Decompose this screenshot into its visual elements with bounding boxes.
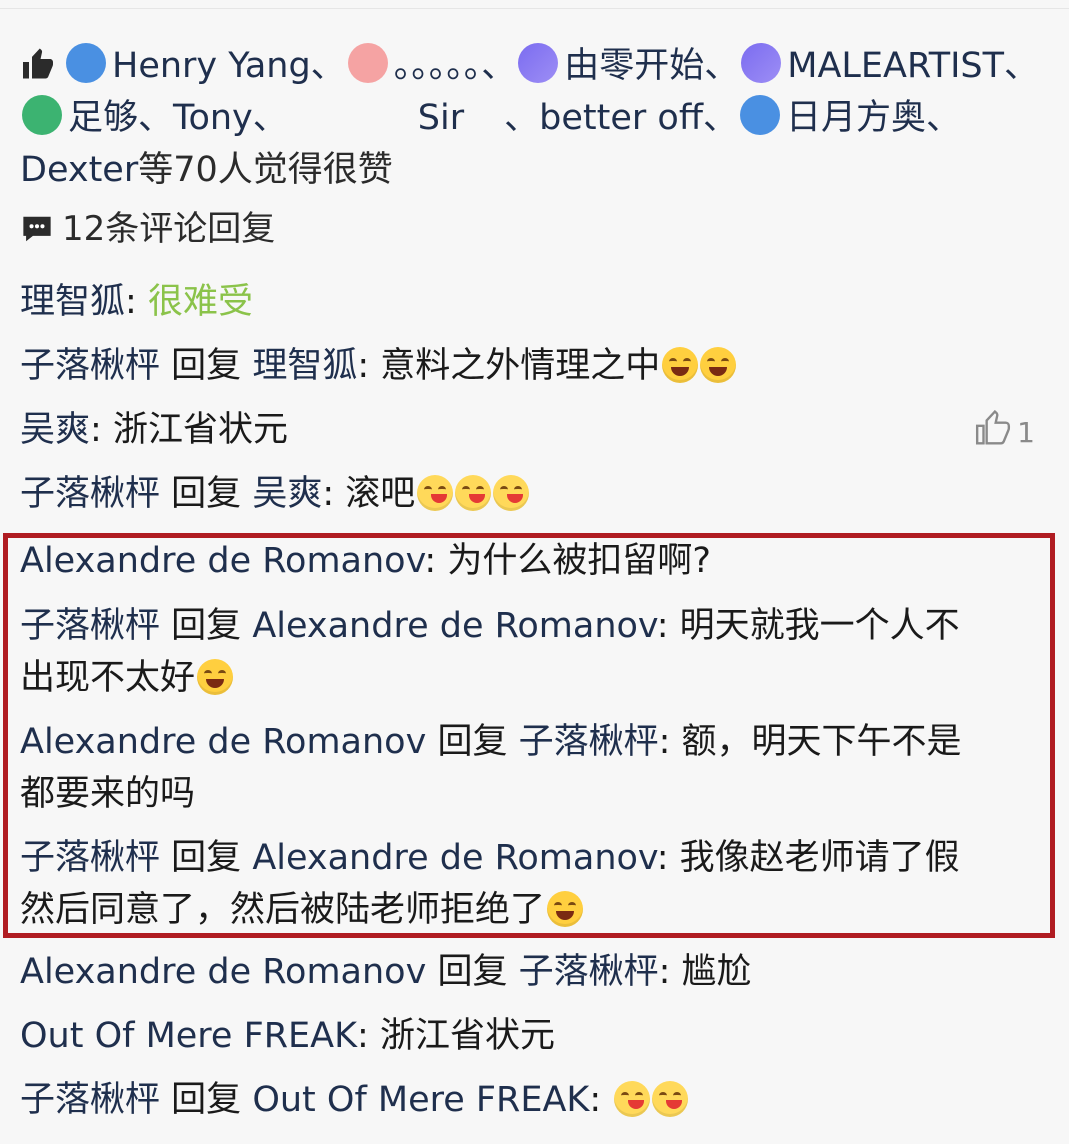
comment-count-label: 12条评论回复: [62, 209, 276, 249]
comment-username[interactable]: Alexandre de Romanov: [20, 541, 424, 581]
comment-item[interactable]: Alexandre de Romanov 回复 子落楸枰: 尴尬: [20, 946, 1050, 998]
comment-item[interactable]: Out Of Mere FREAK: 浙江省状元: [20, 1010, 1050, 1062]
liker-name[interactable]: Dexter: [20, 150, 138, 190]
comment-text: 意料之外情理之中: [380, 346, 661, 386]
comment-text: 都要来的吗: [20, 774, 196, 814]
reply-to-username[interactable]: Out Of Mere FREAK: [252, 1080, 589, 1120]
comment-text: 明天就我一个人不: [679, 606, 960, 646]
comment-username[interactable]: 吴爽: [20, 410, 90, 450]
comment-username[interactable]: 子落楸枰: [20, 838, 160, 878]
comment-item[interactable]: 理智狐: 很难受: [20, 276, 1050, 328]
comment-item[interactable]: Alexandre de Romanov: 为什么被扣留啊?: [20, 535, 1050, 587]
spitting-blood-emoji-icon: [652, 1081, 689, 1117]
comment-like-button[interactable]: 1: [973, 409, 1035, 455]
comment-item[interactable]: 子落楸枰 回复 吴爽: 滚吧: [20, 468, 1050, 520]
laughing-tears-emoji-icon: [662, 347, 699, 383]
comment-username[interactable]: 子落楸枰: [20, 1080, 160, 1120]
comment-text: 很难受: [147, 282, 253, 322]
reply-to-username[interactable]: Alexandre de Romanov: [252, 606, 656, 646]
spitting-blood-emoji-icon: [493, 475, 530, 511]
laughing-tears-emoji-icon: [700, 347, 737, 383]
liker-name[interactable]: Sir: [418, 98, 464, 138]
spitting-blood-emoji-icon: [455, 475, 492, 511]
comment-text: 浙江省状元: [379, 1016, 555, 1056]
liker-name[interactable]: 由零开始: [564, 46, 704, 86]
avatar[interactable]: [741, 43, 782, 83]
comment-item[interactable]: 子落楸枰 回复 Alexandre de Romanov: 我像赵老师请了假 然后…: [20, 832, 1050, 936]
comment-username[interactable]: 理智狐: [20, 282, 125, 322]
comment-item[interactable]: 子落楸枰 回复 理智狐: 意料之外情理之中: [20, 340, 1050, 392]
reply-to-username[interactable]: 子落楸枰: [519, 722, 659, 762]
comment-username[interactable]: 子落楸枰: [20, 606, 160, 646]
comment-icon: [23, 216, 51, 242]
liker-name[interactable]: MALEARTIST: [787, 46, 1004, 86]
avatar[interactable]: [66, 43, 106, 83]
avatar[interactable]: [518, 43, 559, 83]
reply-to-username[interactable]: 理智狐: [252, 346, 357, 386]
thumbs-up-outline-icon: [976, 409, 1011, 445]
likes-suffix: 等70人觉得很赞: [138, 150, 393, 190]
comment-username[interactable]: 子落楸枰: [20, 474, 160, 514]
liker-name[interactable]: better off: [539, 98, 703, 138]
reply-to-username[interactable]: Alexandre de Romanov: [252, 838, 656, 878]
liker-name[interactable]: Tony: [173, 98, 253, 138]
comment-text: 浙江省状元: [112, 410, 288, 450]
comment-count[interactable]: 12条评论回复: [20, 205, 275, 253]
comment-text: 我像赵老师请了假: [679, 838, 960, 878]
divider: [0, 8, 1069, 9]
comment-item[interactable]: 子落楸枰 回复 Alexandre de Romanov: 明天就我一个人不 出现…: [20, 600, 1050, 704]
reply-to-username[interactable]: 吴爽: [252, 474, 322, 514]
spitting-blood-emoji-icon: [614, 1081, 651, 1117]
laughing-tears-emoji-icon: [197, 659, 234, 695]
liker-name[interactable]: 足够: [68, 98, 138, 138]
liker-name[interactable]: 。。。。。: [394, 46, 482, 86]
avatar[interactable]: [739, 95, 780, 135]
comment-item[interactable]: 子落楸枰 回复 Out Of Mere FREAK:: [20, 1074, 1050, 1126]
spitting-blood-emoji-icon: [417, 475, 454, 511]
comment-username[interactable]: Alexandre de Romanov: [20, 722, 426, 762]
laughing-tears-emoji-icon: [547, 891, 584, 927]
comment-panel: Henry Yang、。。。。。、 由零开始、 MALEARTIST、足够、Tony…: [0, 0, 1069, 1144]
comment-like-count: 1: [1017, 416, 1035, 449]
reply-to-username[interactable]: 子落楸枰: [519, 952, 659, 992]
avatar[interactable]: [22, 95, 62, 135]
comment-text: 为什么被扣留啊?: [447, 541, 711, 581]
comment-username[interactable]: Alexandre de Romanov: [20, 952, 426, 992]
thumbs-up-icon: [23, 48, 53, 79]
comment-item[interactable]: 吴爽: 浙江省状元: [20, 404, 1050, 456]
comment-text: 额，明天下午不是: [681, 722, 962, 762]
likes-summary: Henry Yang、。。。。。、 由零开始、 MALEARTIST、足够、Tony…: [20, 40, 1055, 196]
comment-username[interactable]: Out Of Mere FREAK: [20, 1016, 357, 1056]
comment-item[interactable]: Alexandre de Romanov 回复 子落楸枰: 额，明天下午不是 都要…: [20, 716, 1050, 820]
comment-text: 滚吧: [345, 474, 416, 514]
comment-username[interactable]: 子落楸枰: [20, 346, 160, 386]
comment-text: 出现不太好: [20, 658, 196, 698]
liker-name[interactable]: 日月方奥: [786, 98, 926, 138]
avatar[interactable]: [347, 43, 388, 83]
liker-name[interactable]: Henry Yang: [112, 46, 311, 86]
comment-text: 尴尬: [681, 952, 752, 992]
comment-text: 然后同意了，然后被陆老师拒绝了: [20, 890, 546, 930]
